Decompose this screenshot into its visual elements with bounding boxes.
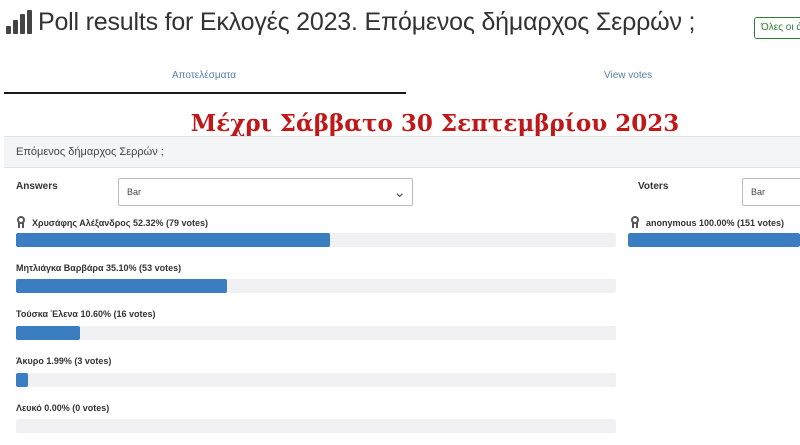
voters-heading: Voters xyxy=(638,181,669,192)
question-header: Επόμενος δήμαρχος Σερρών ; xyxy=(4,136,800,168)
award-icon xyxy=(630,216,640,228)
answer-bar-track xyxy=(16,233,616,247)
answer-bar-track xyxy=(16,419,616,433)
deadline-banner: Μέχρι Σάββατο 30 Σεπτεμβρίου 2023 xyxy=(190,110,680,137)
tab-results[interactable]: Αποτελέσματα xyxy=(172,70,236,81)
voters-chart-type-value: Bar xyxy=(751,187,766,197)
answer-bar-fill xyxy=(16,233,330,247)
answers-chart-type-value: Bar xyxy=(127,187,142,197)
answer-bar-fill xyxy=(16,373,28,387)
voter-bar-fill xyxy=(628,233,800,247)
chevron-down-icon: ⌄ xyxy=(393,184,406,201)
answer-label: Άκυρο 1.99% (3 votes) xyxy=(16,356,112,366)
answer-bar-track xyxy=(16,373,616,387)
answer-label: Χρυσάφης Αλέξανδρος 52.32% (79 votes) xyxy=(16,216,208,228)
answer-bar-track xyxy=(16,279,616,293)
all-polls-button[interactable]: Όλες οι ά xyxy=(754,17,800,39)
answer-label: Μητλιάγκα Βαρβάρα 35.10% (53 votes) xyxy=(16,263,182,273)
page-header: Poll results for Εκλογές 2023. Επόμενος … xyxy=(0,0,800,52)
question-text: Επόμενος δήμαρχος Σερρών ; xyxy=(16,146,164,158)
bar-chart-icon xyxy=(6,10,32,34)
voter-bar-track xyxy=(628,233,800,247)
voter-label: anonymous 100.00% (151 votes) xyxy=(630,216,784,228)
award-icon xyxy=(16,216,26,228)
active-tab-indicator xyxy=(4,92,406,94)
answer-bar-fill xyxy=(16,326,80,340)
tab-view-votes[interactable]: View votes xyxy=(604,70,652,81)
answer-bar-track xyxy=(16,326,616,340)
answers-chart-type-select[interactable]: Bar ⌄ xyxy=(118,178,413,206)
answer-label: Λευκό 0.00% (0 votes) xyxy=(16,403,110,413)
page-title: Poll results for Εκλογές 2023. Επόμενος … xyxy=(38,8,696,36)
voters-chart-type-select[interactable]: Bar xyxy=(742,178,800,206)
answers-heading: Answers xyxy=(16,181,58,192)
answer-bar-fill xyxy=(16,279,227,293)
answer-label: Τούσκα Έλενα 10.60% (16 votes) xyxy=(16,309,156,319)
